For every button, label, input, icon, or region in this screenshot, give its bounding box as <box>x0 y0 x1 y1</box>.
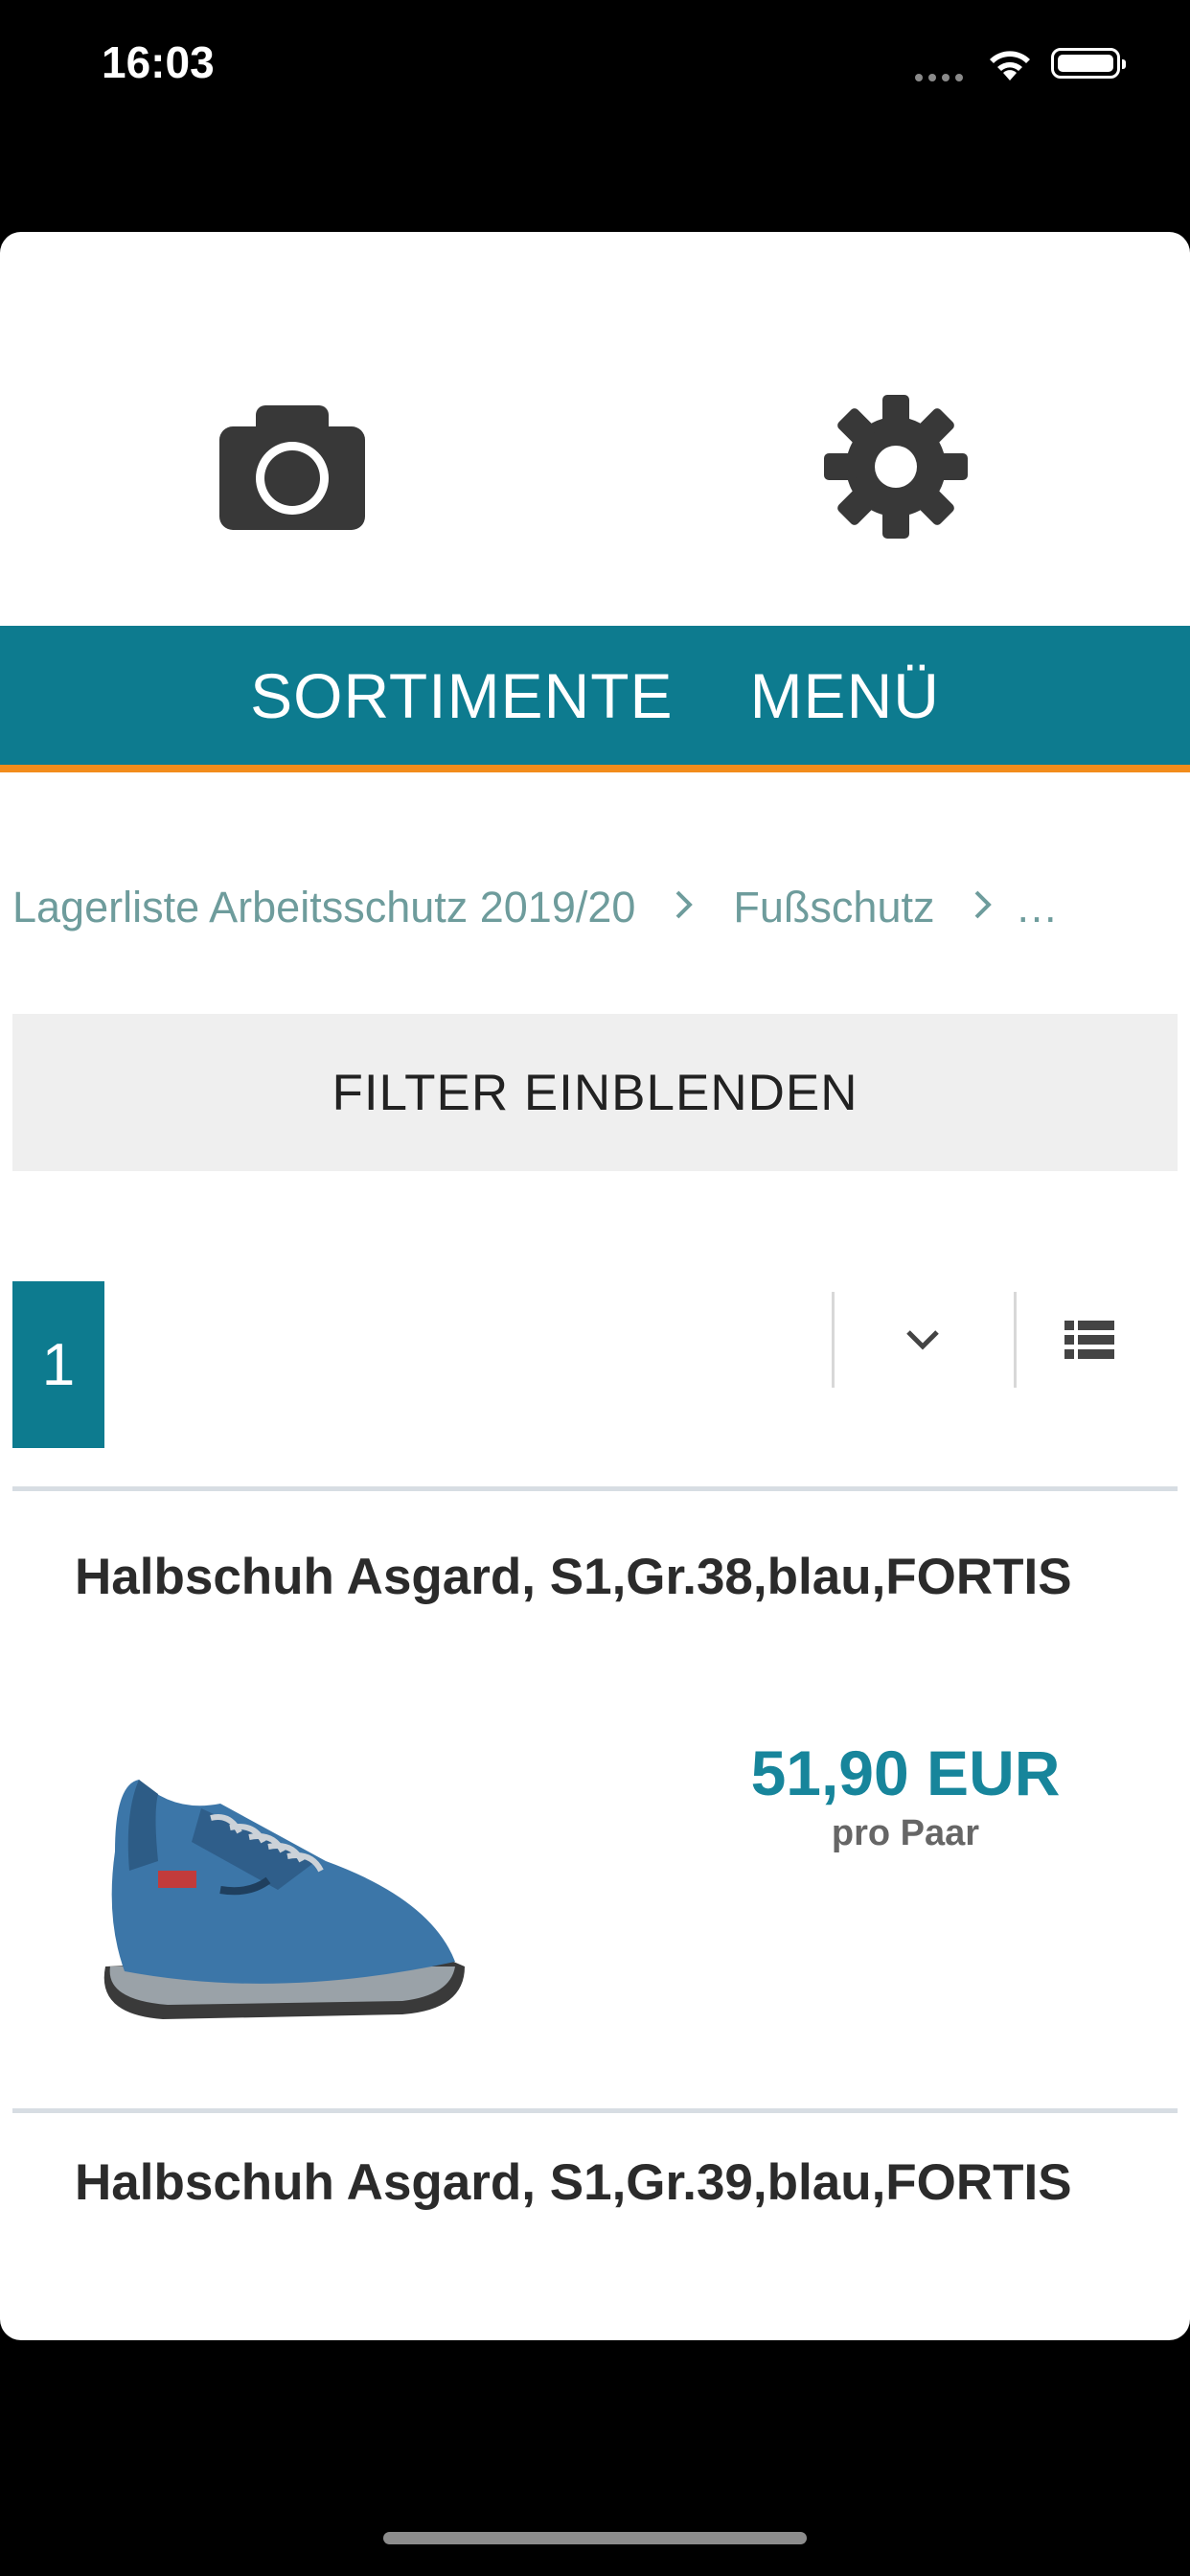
filter-toggle-button[interactable]: FILTER EINBLENDEN <box>12 1014 1178 1171</box>
product-image[interactable] <box>86 1727 479 2043</box>
product-title[interactable]: Halbschuh Asgard, S1,Gr.39,blau,FORTIS <box>75 2153 1072 2212</box>
divider <box>1014 1292 1017 1388</box>
breadcrumb-item-fussschutz[interactable]: Fußschutz <box>733 883 934 932</box>
settings-button[interactable] <box>805 385 987 548</box>
product-title[interactable]: Halbschuh Asgard, S1,Gr.38,blau,FORTIS <box>75 1548 1072 1606</box>
gear-icon <box>824 395 968 539</box>
home-indicator[interactable] <box>383 2532 807 2544</box>
chevron-down-icon <box>906 1330 939 1350</box>
wifi-icon <box>985 46 1035 87</box>
camera-button[interactable] <box>201 385 383 548</box>
divider <box>12 1486 1178 1491</box>
product-unit: pro Paar <box>831 1813 980 1853</box>
top-toolbar <box>0 232 1190 625</box>
main-nav: SORTIMENTE MENÜ <box>0 626 1190 772</box>
breadcrumb-item-lagerliste[interactable]: Lagerliste Arbeitsschutz 2019/20 <box>12 883 635 932</box>
nav-menu[interactable]: MENÜ <box>750 659 940 732</box>
sort-dropdown-button[interactable] <box>835 1292 1010 1388</box>
camera-icon <box>219 405 365 530</box>
chevron-right-icon <box>674 884 695 932</box>
page-1-button[interactable]: 1 <box>12 1281 104 1448</box>
breadcrumb: Lagerliste Arbeitsschutz 2019/20 Fußschu… <box>12 874 1190 941</box>
status-time: 16:03 <box>102 37 215 87</box>
product-price: 51,90 EUR <box>750 1737 1061 1808</box>
signal-icon <box>915 69 971 81</box>
list-view-button[interactable] <box>1018 1292 1161 1388</box>
chevron-right-icon <box>973 884 994 932</box>
nav-sortimente[interactable]: SORTIMENTE <box>250 659 673 732</box>
app-container: SORTIMENTE MENÜ Lagerliste Arbeitsschutz… <box>0 232 1190 2340</box>
breadcrumb-item-more[interactable]: … <box>1015 883 1058 932</box>
divider <box>12 2108 1178 2113</box>
list-icon <box>1064 1321 1114 1359</box>
battery-icon <box>1051 48 1126 79</box>
divider <box>832 1292 835 1388</box>
